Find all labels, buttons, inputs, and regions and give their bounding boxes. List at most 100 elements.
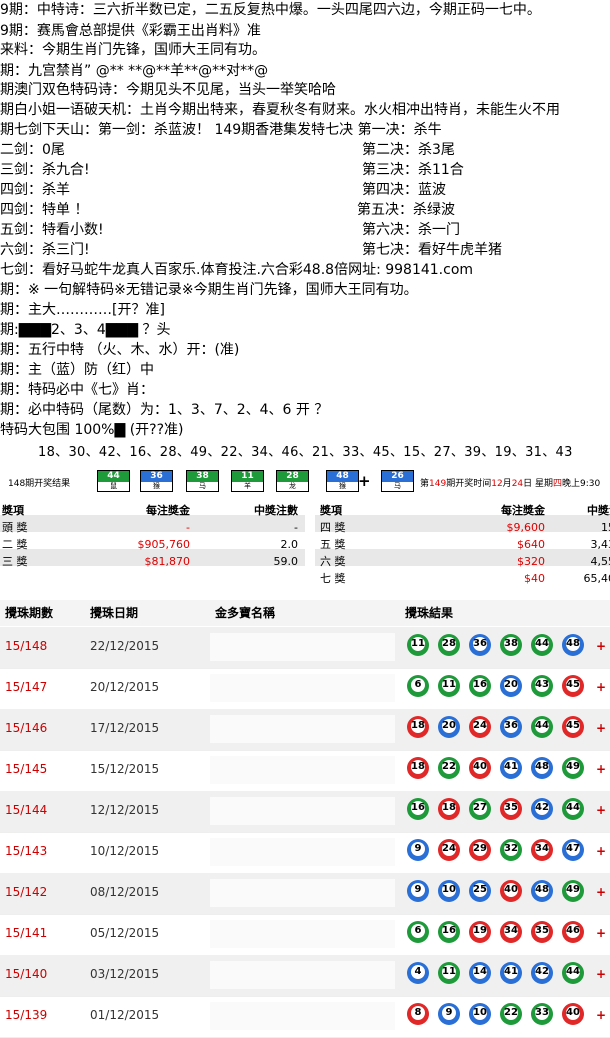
result-ball: 35 — [531, 921, 553, 943]
prize-count: 4,55 — [590, 555, 610, 568]
result-ball: 48 — [562, 634, 584, 656]
prize-count: 65,40 — [583, 572, 610, 585]
jackpot-name-cell — [210, 920, 395, 948]
forecast-line: 四剑：杀羊 — [0, 182, 70, 198]
period: 15/140 — [5, 967, 48, 981]
draw-date: 08/12/2015 — [90, 885, 160, 899]
plus-sign: + — [596, 844, 607, 858]
prize-amount: $905,760 — [137, 538, 191, 551]
forecast-line: 期：主（蓝）防（红）中 — [0, 362, 154, 378]
history-row: 15/140 03/12/2015 4 11 14 41 42 44 + — [0, 955, 610, 997]
result-ball: 45 — [562, 675, 584, 697]
draw-result-bar: 148期开奖结果 44 鼠 36 猴 38 马 11 羊 28 龙 48 猴 + 26 马 第149期… — [0, 468, 610, 494]
draw-ball: 11 羊 — [231, 470, 264, 492]
jackpot-name-cell — [210, 1002, 395, 1030]
prize-amount: $40 — [524, 572, 545, 585]
history-row: 15/147 20/12/2015 6 11 16 20 43 45 + — [0, 668, 610, 710]
prize-name: 頭 獎 — [2, 521, 28, 534]
jackpot-name-cell — [210, 674, 395, 702]
result-ball: 38 — [500, 634, 522, 656]
result-ball: 9 — [407, 839, 429, 861]
prize-header: 中獎注 — [587, 504, 610, 517]
result-ball: 28 — [438, 634, 460, 656]
draw-ball: 28 龙 — [276, 470, 309, 492]
prize-amount: $9,600 — [506, 521, 546, 534]
draw-date: 03/12/2015 — [90, 967, 160, 981]
prize-amount: $81,870 — [144, 555, 191, 568]
result-ball: 14 — [469, 962, 491, 984]
forecast-right-line: 第六决：杀一门 — [362, 222, 460, 238]
prize-table: 獎項 每注獎金 中獎注數頭 獎 - - 二 獎 $905,760 2.0 三 獎 $81,870 5… — [0, 498, 610, 596]
forecast-right-line: 第四决：蓝波 — [362, 182, 446, 198]
prize-header: 每注獎金 — [501, 504, 545, 517]
result-ball: 6 — [407, 675, 429, 697]
forecast-line: 来料：今期生肖门先锋，国师大王同有功。 — [0, 42, 266, 58]
result-ball: 24 — [469, 716, 491, 738]
plus-sign: + — [596, 967, 607, 981]
history-row: 15/144 12/12/2015 16 18 27 35 42 44 + — [0, 791, 610, 833]
result-ball: 22 — [500, 1003, 522, 1025]
history-row: 15/146 17/12/2015 18 20 24 36 44 45 + — [0, 709, 610, 751]
result-ball: 44 — [531, 716, 553, 738]
forecast-line: 9期：赛馬會总部提供《彩霸王出肖料》准 — [0, 23, 261, 39]
jackpot-name-cell — [210, 797, 395, 825]
draw-ball: 48 猴 — [326, 470, 359, 492]
plus-sign: + — [596, 926, 607, 940]
plus-sign: + — [358, 472, 371, 490]
forecast-line: 六剑：杀三门! — [0, 242, 90, 258]
result-ball: 36 — [469, 634, 491, 656]
result-ball: 43 — [531, 675, 553, 697]
period: 15/146 — [5, 721, 48, 735]
plus-sign: + — [596, 1008, 607, 1022]
result-ball: 34 — [500, 921, 522, 943]
numbers-line: 18、30、42、16、28、49、22、34、46、21、33、45、15、2… — [38, 445, 573, 460]
draw-result-label: 148期开奖结果 — [8, 479, 71, 489]
period: 15/147 — [5, 680, 48, 694]
result-ball: 16 — [407, 798, 429, 820]
result-ball: 33 — [531, 1003, 553, 1025]
result-ball: 49 — [562, 757, 584, 779]
result-ball: 11 — [438, 962, 460, 984]
forecast-line: 二剑：0尾 — [0, 142, 65, 158]
result-ball: 9 — [438, 1003, 460, 1025]
result-ball: 18 — [438, 798, 460, 820]
result-ball: 11 — [407, 634, 429, 656]
prize-count: 15 — [601, 521, 610, 534]
next-draw-time: 第149期开奖时间12月24日 星期四晚上9:30 — [420, 479, 601, 489]
prize-count: - — [294, 521, 298, 534]
forecast-line: 期白小姐一语破天机：土肖今期出特来，春夏秋冬有财来。水火相冲出特肖，未能生火不用 — [0, 102, 560, 118]
draw-ball: 44 鼠 — [97, 470, 130, 492]
result-ball: 42 — [531, 962, 553, 984]
forecast-line: 期：主大…………[开？准] — [0, 302, 165, 318]
result-ball: 36 — [500, 716, 522, 738]
result-ball: 19 — [469, 921, 491, 943]
result-ball: 20 — [500, 675, 522, 697]
prize-name: 三 獎 — [2, 555, 28, 568]
prize-header: 獎項 — [320, 504, 342, 517]
result-ball: 8 — [407, 1003, 429, 1025]
period: 15/139 — [5, 1008, 48, 1022]
result-ball: 44 — [531, 634, 553, 656]
forecast-line: 期：特码必中《七》肖： — [0, 382, 154, 398]
prize-name: 六 獎 — [320, 555, 346, 568]
forecast-right-line: 第二决：杀3尾 — [362, 142, 455, 158]
result-ball: 10 — [469, 1003, 491, 1025]
jackpot-name-cell — [210, 633, 395, 661]
result-ball: 25 — [469, 880, 491, 902]
jackpot-name-cell — [210, 756, 395, 784]
result-ball: 10 — [438, 880, 460, 902]
forecast-line: 期：五行中特 （火、木、水）开：(准) — [0, 342, 240, 358]
result-ball: 44 — [562, 962, 584, 984]
history-row: 15/148 22/12/2015 11 28 36 38 44 48 + — [0, 627, 610, 669]
period: 15/143 — [5, 844, 48, 858]
forecast-line: 9期：中特诗：三六折半数已定，二五反复热中爆。一头四尾四六边，今期正码一七中。 — [0, 2, 541, 18]
prize-name: 五 獎 — [320, 538, 346, 551]
result-ball: 48 — [531, 880, 553, 902]
forecast-line: 四剑：特单 ！ — [0, 202, 89, 218]
history-row: 15/141 05/12/2015 6 16 19 34 35 46 + — [0, 914, 610, 956]
result-ball: 27 — [469, 798, 491, 820]
result-ball: 18 — [407, 757, 429, 779]
forecast-right-line: 第七决：看好牛虎羊猪 — [362, 242, 502, 258]
result-ball: 11 — [438, 675, 460, 697]
prize-amount: $640 — [517, 538, 545, 551]
